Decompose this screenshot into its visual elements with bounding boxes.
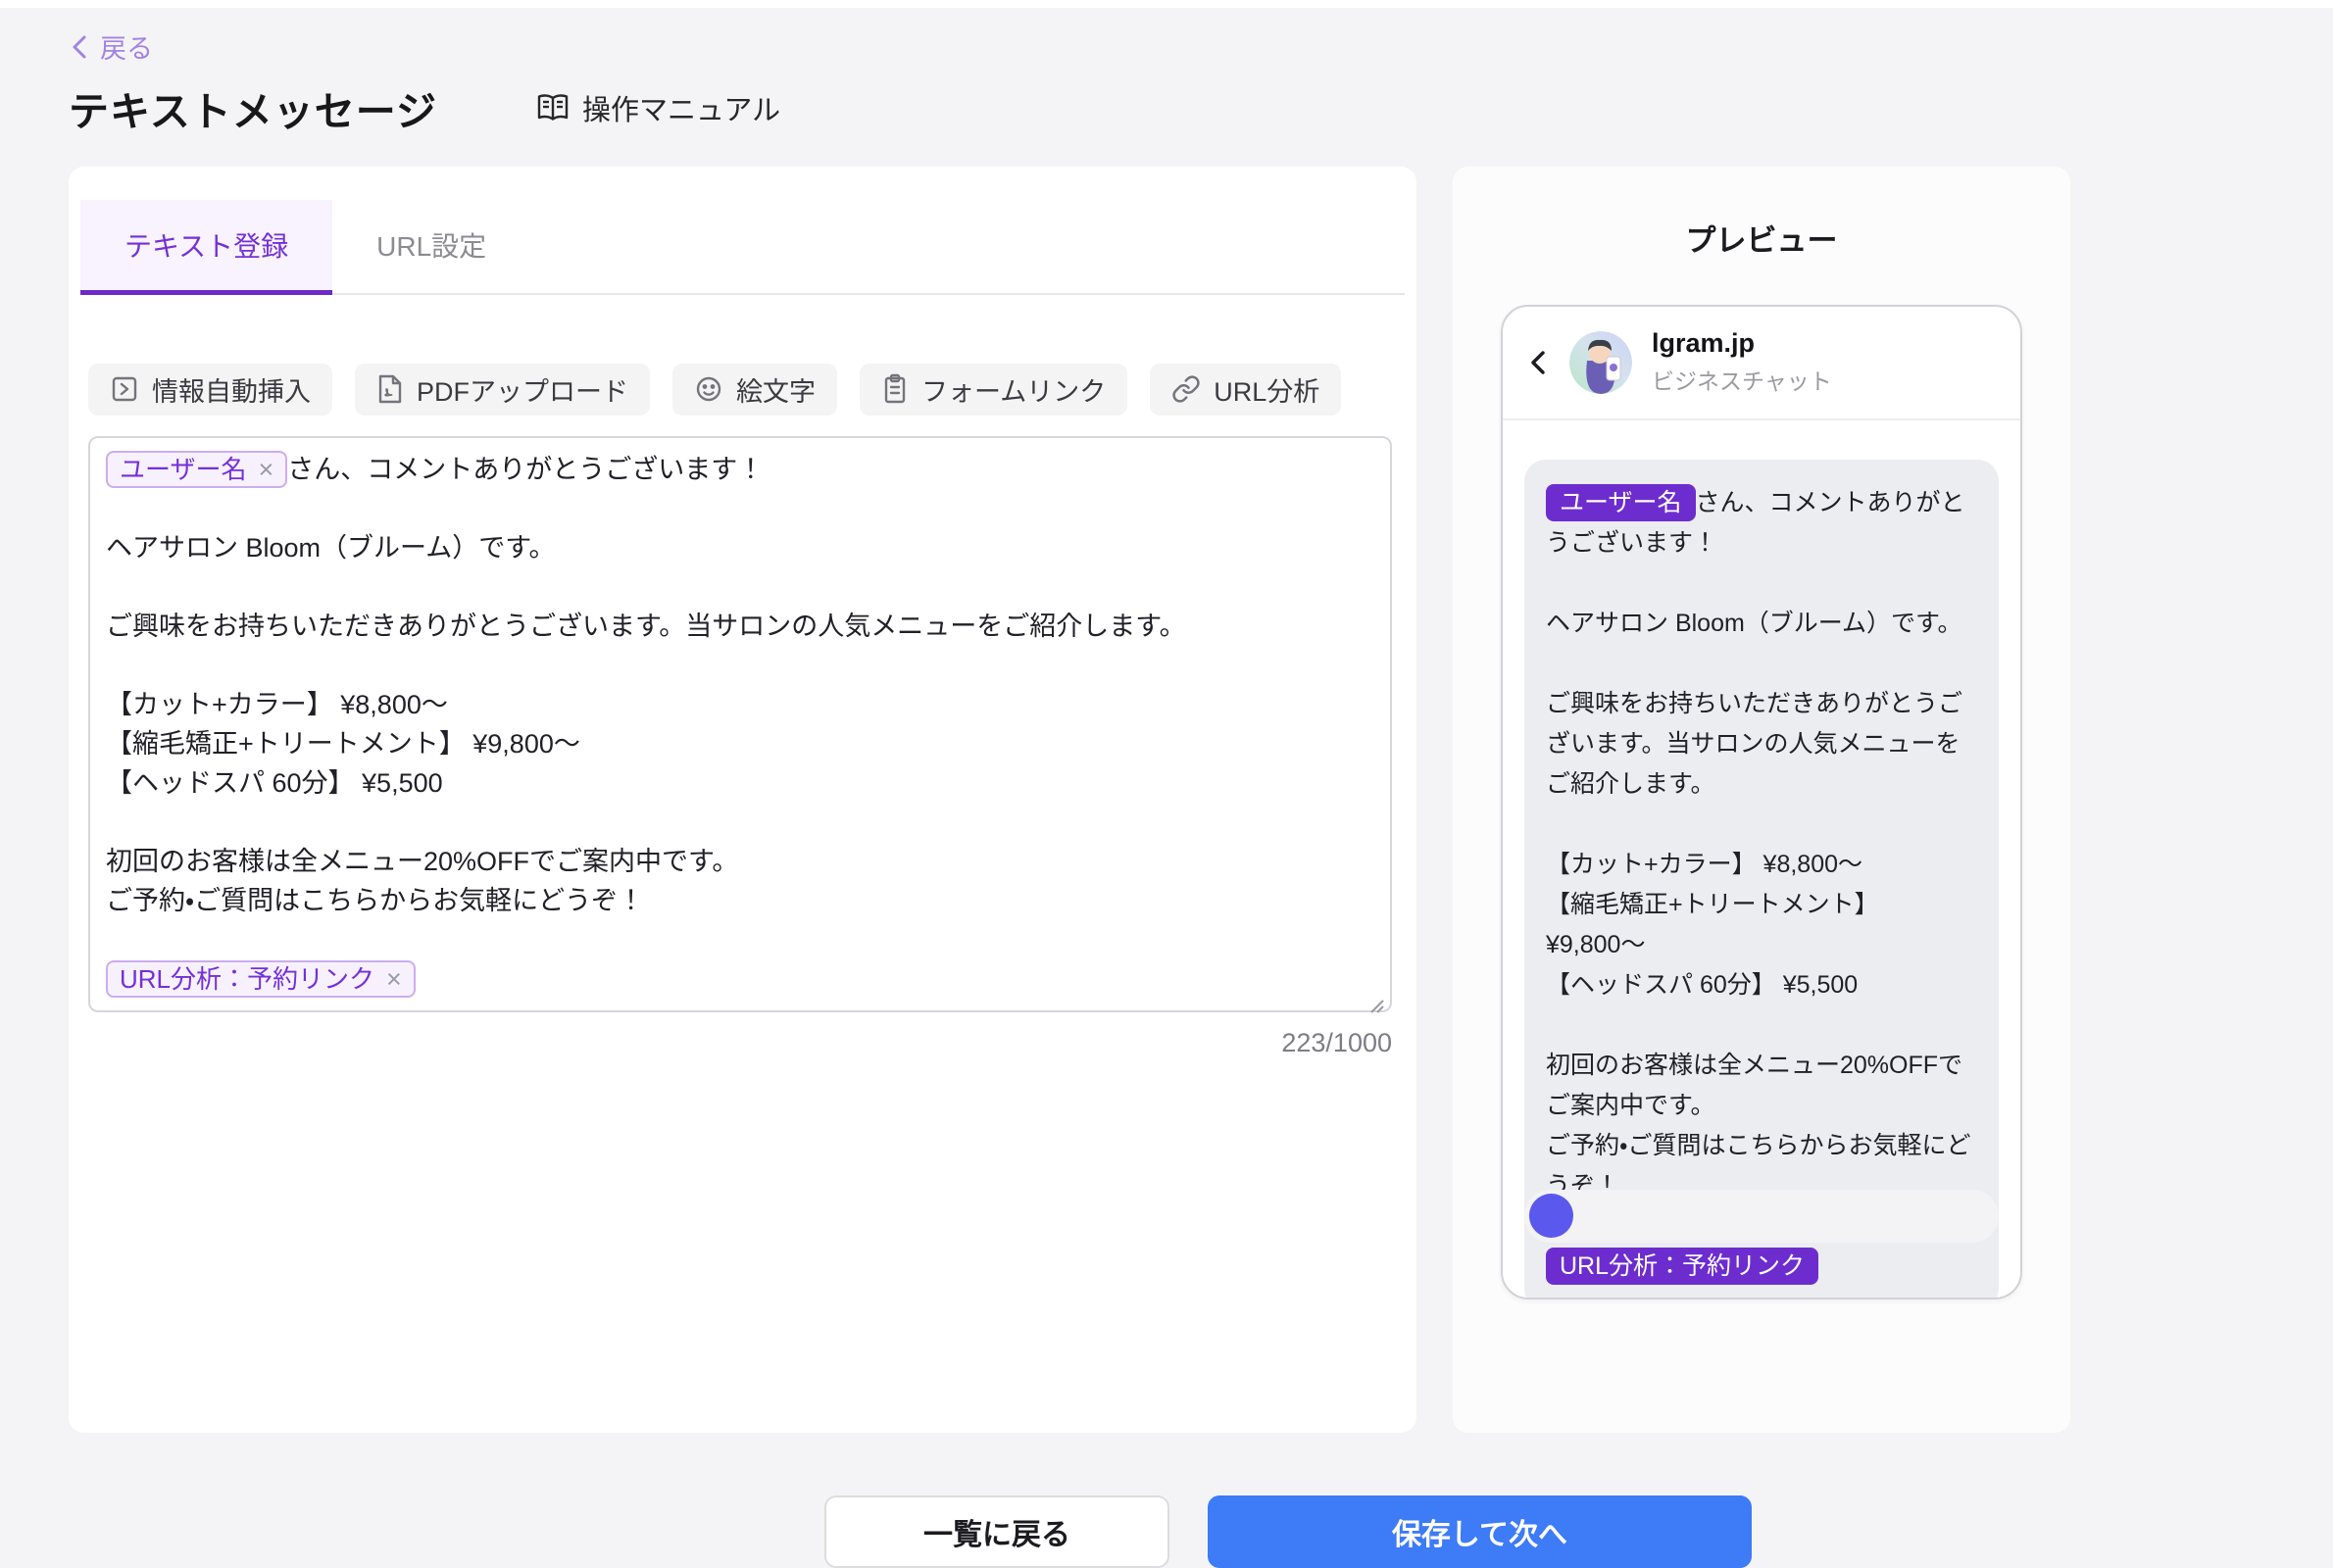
url-analysis-label: URL分析 bbox=[1214, 370, 1319, 409]
emoji-label: 絵文字 bbox=[736, 370, 816, 409]
message-line-url-tag: URL分析：予約リンク × bbox=[106, 959, 1374, 999]
pdf-upload-button[interactable]: PDFアップロード bbox=[355, 364, 650, 416]
book-icon bbox=[535, 92, 571, 123]
message-line-menu1: 【カット+カラー】 ¥8,800〜 bbox=[106, 685, 1374, 724]
remove-tag-icon[interactable]: × bbox=[386, 963, 402, 995]
top-strip bbox=[0, 0, 2333, 8]
main-content: テキスト登録 URL設定 情報自動挿入 bbox=[69, 167, 2070, 1433]
chat-input-bar bbox=[1524, 1190, 1999, 1243]
message-line-promo1: 初回のお客様は全メニュー20%OFFでご案内中です。 bbox=[106, 842, 1374, 881]
link-icon bbox=[1171, 374, 1201, 404]
auto-insert-info-button[interactable]: 情報自動挿入 bbox=[88, 364, 332, 416]
page-header: 戻る テキストメッセージ 操作マニュアル bbox=[0, 8, 2333, 137]
editor-card: テキスト登録 URL設定 情報自動挿入 bbox=[69, 167, 1416, 1433]
character-counter: 223/1000 bbox=[88, 1028, 1392, 1058]
tab-text-register-label: テキスト登録 bbox=[124, 225, 288, 265]
bubble-line-body: ご興味をお持ちいただきありがとうございます。当サロンの人気メニューをご紹介します… bbox=[1546, 684, 1977, 805]
chat-account-name: lgram.jp bbox=[1652, 328, 1832, 359]
form-link-button[interactable]: フォームリンク bbox=[860, 364, 1127, 416]
url-analysis-pill: URL分析：予約リンク bbox=[1546, 1248, 1818, 1285]
greeting-text: さん、コメントありがとうございます！ bbox=[287, 455, 764, 484]
bubble-line-menu3: 【ヘッドスパ 60分】 ¥5,500 bbox=[1546, 965, 1977, 1005]
message-line-body: ご興味をお持ちいただきありがとうございます。当サロンの人気メニューをご紹介します… bbox=[106, 607, 1374, 646]
emoji-smile-icon bbox=[694, 374, 723, 404]
form-clipboard-icon bbox=[881, 373, 909, 405]
user-name-tag-chip[interactable]: ユーザー名 × bbox=[106, 451, 287, 488]
editor-toolbar: 情報自動挿入 PDFアップロード bbox=[80, 364, 1405, 416]
tab-text-register[interactable]: テキスト登録 bbox=[80, 200, 332, 295]
footer-actions: 一覧に戻る 保存して次へ bbox=[122, 1495, 2333, 1568]
save-and-next-button[interactable]: 保存して次へ bbox=[1208, 1495, 1752, 1568]
chevron-left-icon bbox=[69, 32, 90, 62]
message-line-greeting: ユーザー名 × さん、コメントありがとうございます！ bbox=[106, 450, 1374, 489]
preview-panel: プレビュー bbox=[1453, 167, 2070, 1433]
manual-link[interactable]: 操作マニュアル bbox=[535, 87, 780, 128]
preview-title: プレビュー bbox=[1453, 216, 2070, 260]
tab-url-settings[interactable]: URL設定 bbox=[332, 200, 530, 295]
bubble-line-menu1: 【カット+カラー】 ¥8,800〜 bbox=[1546, 845, 1977, 885]
chat-area: ユーザー名さん、コメントありがとうございます！ ヘアサロン Bloom（ブルーム… bbox=[1503, 420, 2020, 1299]
chat-account-subtitle: ビジネスチャット bbox=[1652, 363, 1832, 396]
pdf-upload-label: PDFアップロード bbox=[417, 370, 628, 409]
manual-link-label: 操作マニュアル bbox=[582, 87, 780, 128]
emoji-button[interactable]: 絵文字 bbox=[672, 364, 837, 416]
chat-input-action-dot bbox=[1529, 1194, 1573, 1238]
bubble-line-intro: ヘアサロン Bloom（ブルーム）です。 bbox=[1546, 604, 1977, 644]
back-link-label: 戻る bbox=[100, 27, 153, 66]
bubble-line-promo1: 初回のお客様は全メニュー20%OFFでご案内中です。 bbox=[1546, 1046, 1977, 1126]
url-analysis-tag-label: URL分析：予約リンク bbox=[120, 963, 374, 995]
tab-url-settings-label: URL設定 bbox=[376, 225, 486, 265]
url-analysis-tag-chip[interactable]: URL分析：予約リンク × bbox=[106, 960, 416, 998]
chat-back-chevron-icon bbox=[1526, 347, 1550, 378]
back-link[interactable]: 戻る bbox=[69, 27, 153, 66]
phone-mockup: lgram.jp ビジネスチャット ユーザー名さん、コメントありがとうございます… bbox=[1501, 305, 2022, 1299]
avatar bbox=[1569, 331, 1632, 394]
form-link-label: フォームリンク bbox=[921, 370, 1106, 409]
user-name-pill: ユーザー名 bbox=[1546, 484, 1696, 521]
url-analysis-button[interactable]: URL分析 bbox=[1150, 364, 1341, 416]
remove-tag-icon[interactable]: × bbox=[258, 454, 273, 485]
pdf-file-icon bbox=[376, 373, 404, 405]
auto-insert-info-label: 情報自動挿入 bbox=[152, 370, 311, 409]
back-to-list-button[interactable]: 一覧に戻る bbox=[824, 1495, 1169, 1568]
bubble-line-url-tag: URL分析：予約リンク bbox=[1546, 1247, 1977, 1287]
user-name-tag-label: ユーザー名 bbox=[120, 454, 246, 485]
insert-info-icon bbox=[110, 374, 139, 404]
message-line-menu2: 【縮毛矯正+トリートメント】 ¥9,800〜 bbox=[106, 724, 1374, 763]
message-textarea[interactable]: ユーザー名 × さん、コメントありがとうございます！ ヘアサロン Bloom（ブルー… bbox=[88, 436, 1392, 1012]
bubble-line-greeting: ユーザー名さん、コメントありがとうございます！ bbox=[1546, 483, 1977, 564]
chat-header: lgram.jp ビジネスチャット bbox=[1503, 307, 2020, 420]
message-bubble: ユーザー名さん、コメントありがとうございます！ ヘアサロン Bloom（ブルーム… bbox=[1524, 460, 1999, 1299]
page-title: テキストメッセージ bbox=[69, 78, 437, 137]
message-line-menu3: 【ヘッドスパ 60分】 ¥5,500 bbox=[106, 763, 1374, 803]
message-line-promo2: ご予約・ご質問はこちらからお気軽にどうぞ！ bbox=[106, 881, 1374, 920]
tab-bar: テキスト登録 URL設定 bbox=[80, 167, 1405, 295]
message-line-intro: ヘアサロン Bloom（ブルーム）です。 bbox=[106, 528, 1374, 567]
resize-handle-icon[interactable] bbox=[1365, 986, 1385, 1005]
bubble-line-menu2: 【縮毛矯正+トリートメント】 ¥9,800〜 bbox=[1546, 885, 1977, 965]
